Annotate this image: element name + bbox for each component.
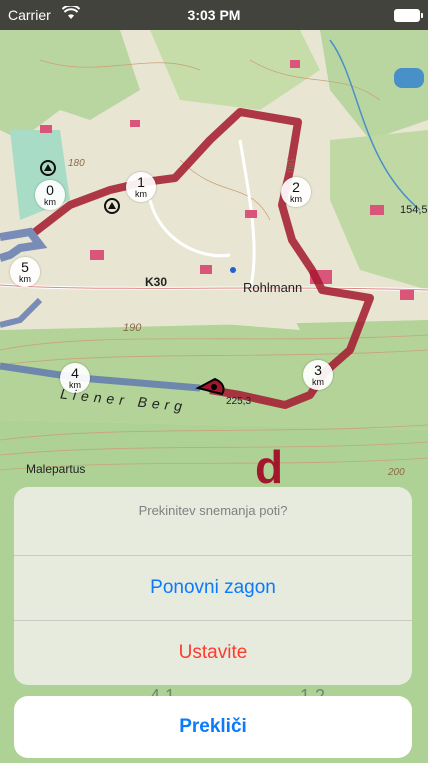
km-marker-0[interactable]: 0 km [35, 180, 65, 210]
elevation-200-label: 200 [388, 467, 405, 478]
km-marker-1[interactable]: 1 km [126, 172, 156, 202]
elevation-label: 225,3 [226, 396, 252, 407]
place-label: Malepartus [26, 462, 86, 476]
km-unit: km [19, 274, 31, 284]
cancel-button[interactable]: Prekliči [14, 696, 412, 758]
elevation-154-label: 154,5 [400, 204, 428, 216]
km-unit: km [44, 197, 56, 207]
road-label: K30 [145, 275, 168, 289]
contour-label: 180 [285, 157, 296, 173]
km-marker-2[interactable]: 2 km [281, 177, 311, 207]
elevation-190-label: 190 [123, 322, 142, 334]
restart-button[interactable]: Ponovni zagon [14, 556, 412, 621]
battery-icon [394, 9, 423, 22]
stop-button[interactable]: Ustavite [14, 621, 412, 685]
km-number: 3 [314, 362, 322, 378]
action-sheet-title: Prekinitev snemanja poti? [14, 487, 412, 556]
km-unit: km [290, 194, 302, 204]
action-sheet: Prekinitev snemanja poti? Ponovni zagon … [14, 487, 412, 685]
clock: 3:03 PM [187, 7, 241, 23]
km-marker-3[interactable]: 3 km [303, 360, 333, 390]
status-bar: Carrier 3:03 PM [0, 0, 428, 30]
km-number: 4 [71, 365, 79, 381]
km-marker-5[interactable]: 5 km [10, 257, 40, 287]
km-number: 0 [46, 182, 54, 198]
km-unit: km [135, 189, 147, 199]
km-unit: km [312, 377, 324, 387]
km-number: 5 [21, 259, 29, 275]
map-letter: d [255, 441, 284, 493]
km-number: 2 [292, 179, 300, 195]
village-label: Rohlmann [243, 280, 303, 295]
km-number: 1 [137, 174, 145, 190]
elevation-180-label: 180 [68, 158, 85, 169]
